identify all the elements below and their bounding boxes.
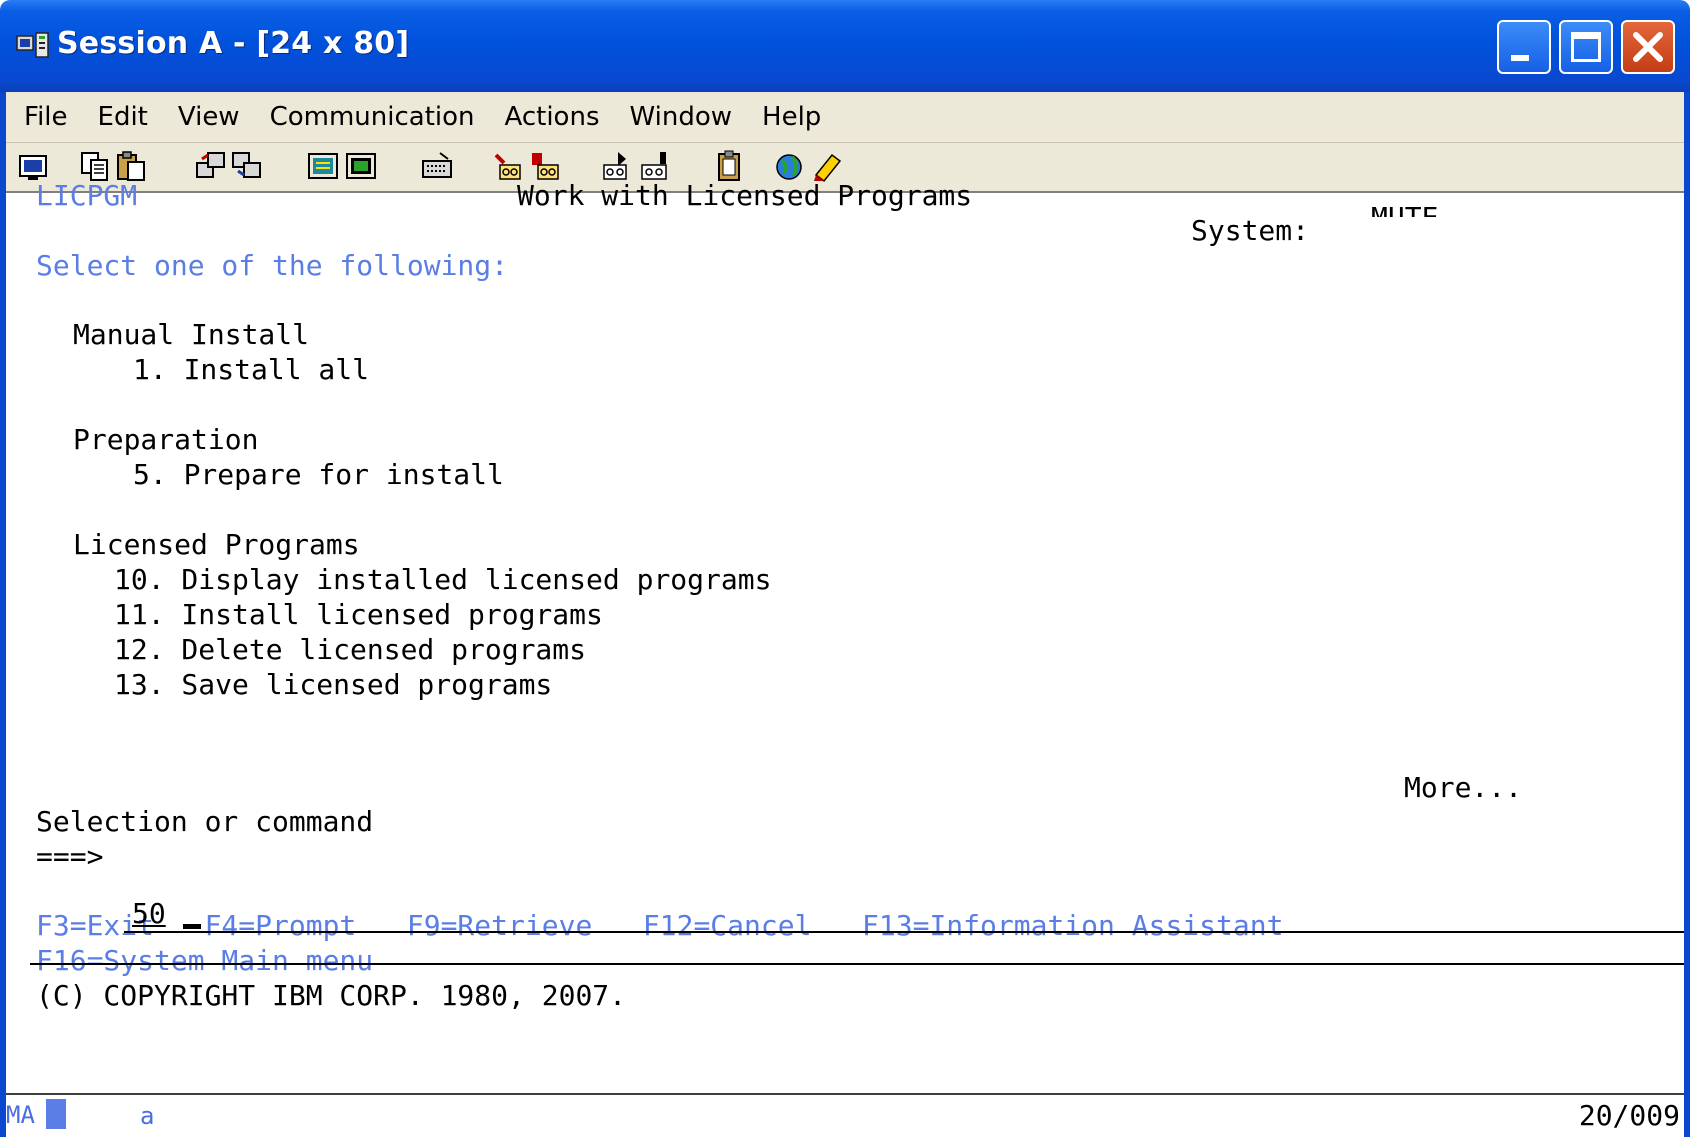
stop-macro-icon[interactable] — [528, 149, 562, 183]
command-arrow: ===> — [36, 840, 104, 873]
close-button[interactable] — [1621, 20, 1675, 74]
menu-edit[interactable]: Edit — [98, 102, 148, 132]
option-save-licensed[interactable]: 13. Save licensed programs — [114, 668, 552, 702]
status-bar: MA a 20/009 — [6, 1093, 1684, 1139]
group-heading-preparation: Preparation — [73, 423, 259, 456]
function-keys-line-1: F3=Exit F4=Prompt F9=Retrieve F12=Cancel… — [36, 909, 1284, 942]
menu-view[interactable]: View — [178, 102, 240, 132]
group-heading-manual-install: Manual Install — [73, 318, 310, 351]
menu-help[interactable]: Help — [762, 102, 821, 132]
system-value: MUTE — [1371, 201, 1438, 217]
system-label: System: — [1191, 214, 1310, 247]
help-icon[interactable] — [810, 149, 844, 183]
play-macro-2-icon[interactable] — [638, 149, 672, 183]
option-delete-licensed[interactable]: 12. Delete licensed programs — [114, 633, 586, 667]
send-file-icon[interactable] — [194, 149, 228, 183]
record-macro-icon[interactable] — [490, 149, 524, 183]
option-display-installed[interactable]: 10. Display installed licensed programs — [114, 563, 771, 597]
option-install-licensed[interactable]: 11. Install licensed programs — [114, 598, 603, 632]
macro-icon[interactable] — [420, 149, 454, 183]
clipboard-icon[interactable] — [712, 149, 746, 183]
print-screen-icon[interactable] — [16, 149, 50, 183]
session-mode: a — [140, 1102, 155, 1130]
copy-icon[interactable] — [78, 149, 112, 183]
text-cursor — [183, 924, 201, 929]
option-install-all[interactable]: 1. Install all — [133, 353, 369, 387]
more-indicator: More... — [1404, 771, 1523, 804]
paste-icon[interactable] — [114, 149, 148, 183]
copyright-notice: (C) COPYRIGHT IBM CORP. 1980, 2007. — [36, 979, 627, 1012]
option-prepare-for-install[interactable]: 5. Prepare for install — [133, 458, 504, 492]
web-icon[interactable] — [774, 149, 808, 183]
command-label: Selection or command — [36, 805, 374, 838]
program-id: LICPGM — [36, 179, 138, 212]
function-keys-line-2: F16=System Main menu — [36, 944, 374, 977]
title-bar[interactable]: Session A - [24 x 80] — [0, 0, 1690, 92]
play-macro-icon[interactable] — [600, 149, 634, 183]
group-heading-licensed-programs: Licensed Programs — [73, 528, 360, 561]
close-icon — [1633, 32, 1663, 62]
page-title: Work with Licensed Programs — [517, 179, 973, 212]
window-frame-right — [1684, 92, 1690, 1137]
maximize-button[interactable] — [1559, 20, 1613, 74]
cursor-position: 20/009 — [1578, 1099, 1680, 1132]
input-inhibited-block — [46, 1099, 66, 1129]
terminal-screen[interactable]: LICPGM Work with Licensed Programs Syste… — [6, 179, 1684, 1093]
function-key-separator — [30, 963, 1684, 965]
menu-communication[interactable]: Communication — [270, 102, 475, 132]
window-title: Session A - [24 x 80] — [57, 26, 410, 61]
receive-file-icon[interactable] — [230, 149, 264, 183]
menu-window[interactable]: Window — [630, 102, 733, 132]
menu-bar: File Edit View Communication Actions Win… — [6, 92, 1684, 143]
selection-prompt: Select one of the following: — [36, 249, 509, 282]
menu-file[interactable]: File — [24, 102, 68, 132]
display-icon[interactable] — [306, 149, 340, 183]
minimize-button[interactable] — [1497, 20, 1551, 74]
session-app-icon — [16, 32, 49, 58]
command-input-underline — [124, 931, 1684, 933]
keypad-icon[interactable] — [344, 149, 378, 183]
menu-actions[interactable]: Actions — [505, 102, 600, 132]
